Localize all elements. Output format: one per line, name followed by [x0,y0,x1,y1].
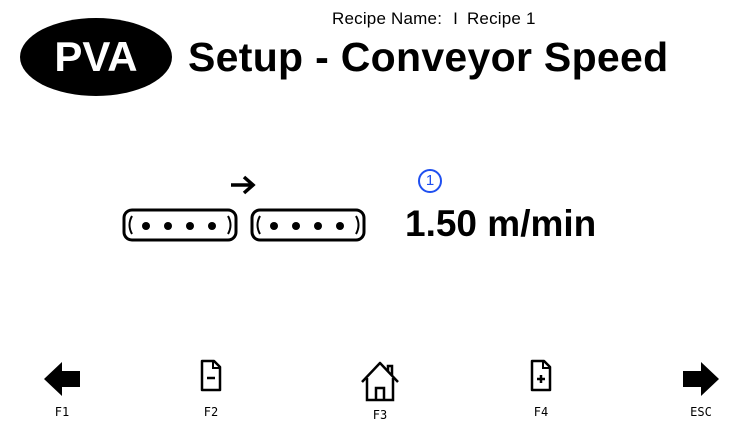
arrow-right-icon [231,175,256,195]
f1-back-button[interactable]: F1 [27,358,97,424]
esc-label: ESC [690,405,712,419]
f4-label: F4 [533,405,549,419]
conveyor-speed-value[interactable]: 1.50 m/min [405,203,596,245]
recipe-label: Recipe Name: [332,9,443,28]
f3-home-button[interactable]: F3 [345,358,415,424]
f2-label: F2 [203,405,219,419]
page-title: Setup - Conveyor Speed [188,34,669,80]
home-icon [361,361,399,402]
arrow-left-icon [44,362,80,396]
f3-label: F3 [372,408,388,422]
f2-button[interactable]: F2 [176,358,246,424]
document-plus-icon [530,359,552,392]
logo-text: PVA [54,33,137,80]
esc-next-button[interactable]: ESC [666,358,736,424]
recipe-value: Recipe 1 [466,9,536,28]
arrow-right-icon [683,362,719,396]
f1-label: F1 [54,405,70,419]
f4-button[interactable]: F4 [506,358,576,424]
pva-logo: PVA [20,18,172,96]
recipe-name: Recipe Name: I Recipe 1 [332,9,536,29]
recipe-separator: I [453,9,458,28]
document-minus-icon [200,359,222,392]
info-number-badge: 1 [418,169,442,193]
conveyor-icon [122,208,366,242]
